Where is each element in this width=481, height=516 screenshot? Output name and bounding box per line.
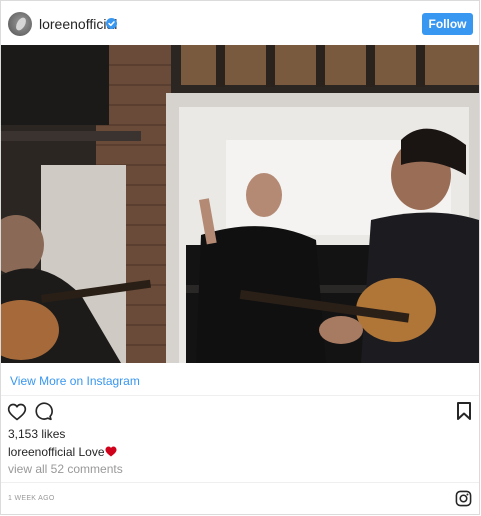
avatar[interactable]: [8, 12, 32, 36]
divider: [1, 482, 479, 483]
comment-icon[interactable]: [33, 401, 53, 421]
instagram-embed: loreenofficial Follow View More on Insta…: [0, 0, 480, 515]
post-header: loreenofficial Follow: [1, 1, 479, 45]
divider: [1, 395, 479, 396]
timestamp[interactable]: 1 WEEK AGO: [8, 495, 55, 502]
heart-icon[interactable]: [7, 402, 27, 422]
red-heart-icon: [105, 446, 117, 457]
caption-text: Love: [78, 445, 105, 459]
caption: loreenofficial Love: [8, 445, 117, 459]
post-photo[interactable]: [1, 45, 479, 363]
bookmark-icon[interactable]: [456, 402, 472, 420]
caption-username[interactable]: loreenofficial: [8, 445, 75, 459]
view-comments-link[interactable]: view all 52 comments: [8, 462, 123, 476]
likes-count[interactable]: 3,153 likes: [8, 427, 65, 441]
verified-badge-icon: [106, 18, 117, 29]
view-more-link[interactable]: View More on Instagram: [10, 374, 140, 388]
instagram-icon[interactable]: [455, 490, 472, 507]
follow-button[interactable]: Follow: [422, 13, 473, 35]
